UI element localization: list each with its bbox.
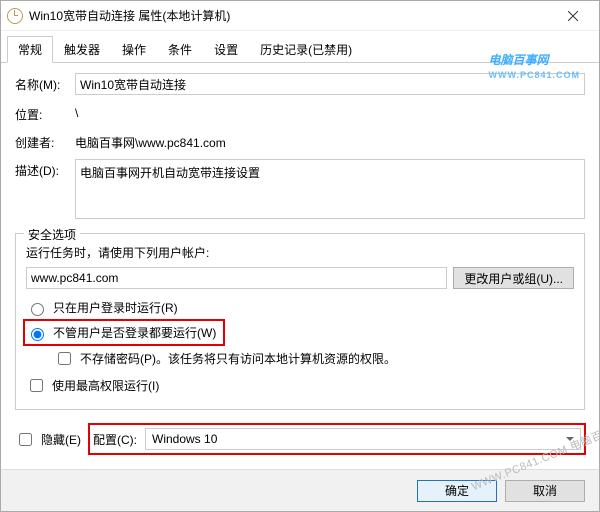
configure-for-select[interactable]: Windows 10 <box>145 428 581 450</box>
radio-run-any[interactable]: 不管用户是否登录都要运行(W) <box>26 322 222 343</box>
change-user-button[interactable]: 更改用户或组(U)... <box>453 267 574 289</box>
author-value: 电脑百事网\www.pc841.com <box>75 131 226 151</box>
row-name: 名称(M): <box>15 73 585 95</box>
tab-actions[interactable]: 操作 <box>111 36 157 63</box>
titlebar: Win10宽带自动连接 属性(本地计算机) <box>1 1 599 31</box>
account-input[interactable] <box>26 267 447 289</box>
checkbox-no-store-password-label: 不存储密码(P)。该任务将只有访问本地计算机资源的权限。 <box>80 350 396 367</box>
configure-for-label: 配置(C): <box>93 431 137 448</box>
tab-strip: 常规 触发器 操作 条件 设置 历史记录(已禁用) <box>1 31 599 63</box>
radio-run-any-label: 不管用户是否登录都要运行(W) <box>53 324 216 341</box>
tab-triggers[interactable]: 触发器 <box>53 36 111 63</box>
name-label: 名称(M): <box>15 73 67 93</box>
tab-content-general: 名称(M): 位置: \ 创建者: 电脑百事网\www.pc841.com 描述… <box>1 63 599 469</box>
row-location: 位置: \ <box>15 103 585 123</box>
description-label: 描述(D): <box>15 159 67 179</box>
row-description: 描述(D): <box>15 159 585 219</box>
checkbox-highest-privileges-label: 使用最高权限运行(I) <box>52 377 159 394</box>
account-row: 更改用户或组(U)... <box>26 267 574 289</box>
ok-button[interactable]: 确定 <box>417 480 497 502</box>
tab-settings[interactable]: 设置 <box>203 36 249 63</box>
row-author: 创建者: 电脑百事网\www.pc841.com <box>15 131 585 151</box>
close-icon <box>568 11 578 21</box>
radio-logged-on-label: 只在用户登录时运行(R) <box>53 299 178 316</box>
dialog-window: Win10宽带自动连接 属性(本地计算机) 常规 触发器 操作 条件 设置 历史… <box>0 0 600 512</box>
description-input[interactable] <box>75 159 585 219</box>
radio-run-any-input[interactable] <box>31 328 44 341</box>
checkbox-hidden[interactable]: 隐藏(E) <box>15 428 81 451</box>
checkbox-no-store-password[interactable]: 不存储密码(P)。该任务将只有访问本地计算机资源的权限。 <box>54 347 574 370</box>
dialog-footer: 确定 取消 <box>1 469 599 511</box>
run-as-label: 运行任务时，请使用下列用户帐户: <box>26 244 574 261</box>
configure-for-value: Windows 10 <box>152 432 217 446</box>
cancel-button[interactable]: 取消 <box>505 480 585 502</box>
bottom-row: 隐藏(E) 配置(C): Windows 10 <box>15 424 585 454</box>
checkbox-hidden-input[interactable] <box>19 433 32 446</box>
security-group-title: 安全选项 <box>24 226 80 243</box>
radio-logged-on-input[interactable] <box>31 303 44 316</box>
clock-icon <box>7 8 23 24</box>
close-button[interactable] <box>553 2 593 30</box>
tab-conditions[interactable]: 条件 <box>157 36 203 63</box>
checkbox-highest-privileges-input[interactable] <box>30 379 43 392</box>
checkbox-hidden-label: 隐藏(E) <box>41 431 81 448</box>
location-label: 位置: <box>15 103 67 123</box>
checkbox-highest-privileges[interactable]: 使用最高权限运行(I) <box>26 374 574 397</box>
tab-history[interactable]: 历史记录(已禁用) <box>249 36 363 63</box>
configure-for-wrap: 配置(C): Windows 10 <box>89 424 585 454</box>
tab-general[interactable]: 常规 <box>7 36 53 63</box>
checkbox-no-store-password-input[interactable] <box>58 352 71 365</box>
name-input[interactable] <box>75 73 585 95</box>
window-title: Win10宽带自动连接 属性(本地计算机) <box>29 7 553 24</box>
author-label: 创建者: <box>15 131 67 151</box>
security-options-group: 安全选项 运行任务时，请使用下列用户帐户: 更改用户或组(U)... 只在用户登… <box>15 233 585 410</box>
location-value: \ <box>75 103 78 120</box>
radio-logged-on[interactable]: 只在用户登录时运行(R) <box>26 297 574 318</box>
